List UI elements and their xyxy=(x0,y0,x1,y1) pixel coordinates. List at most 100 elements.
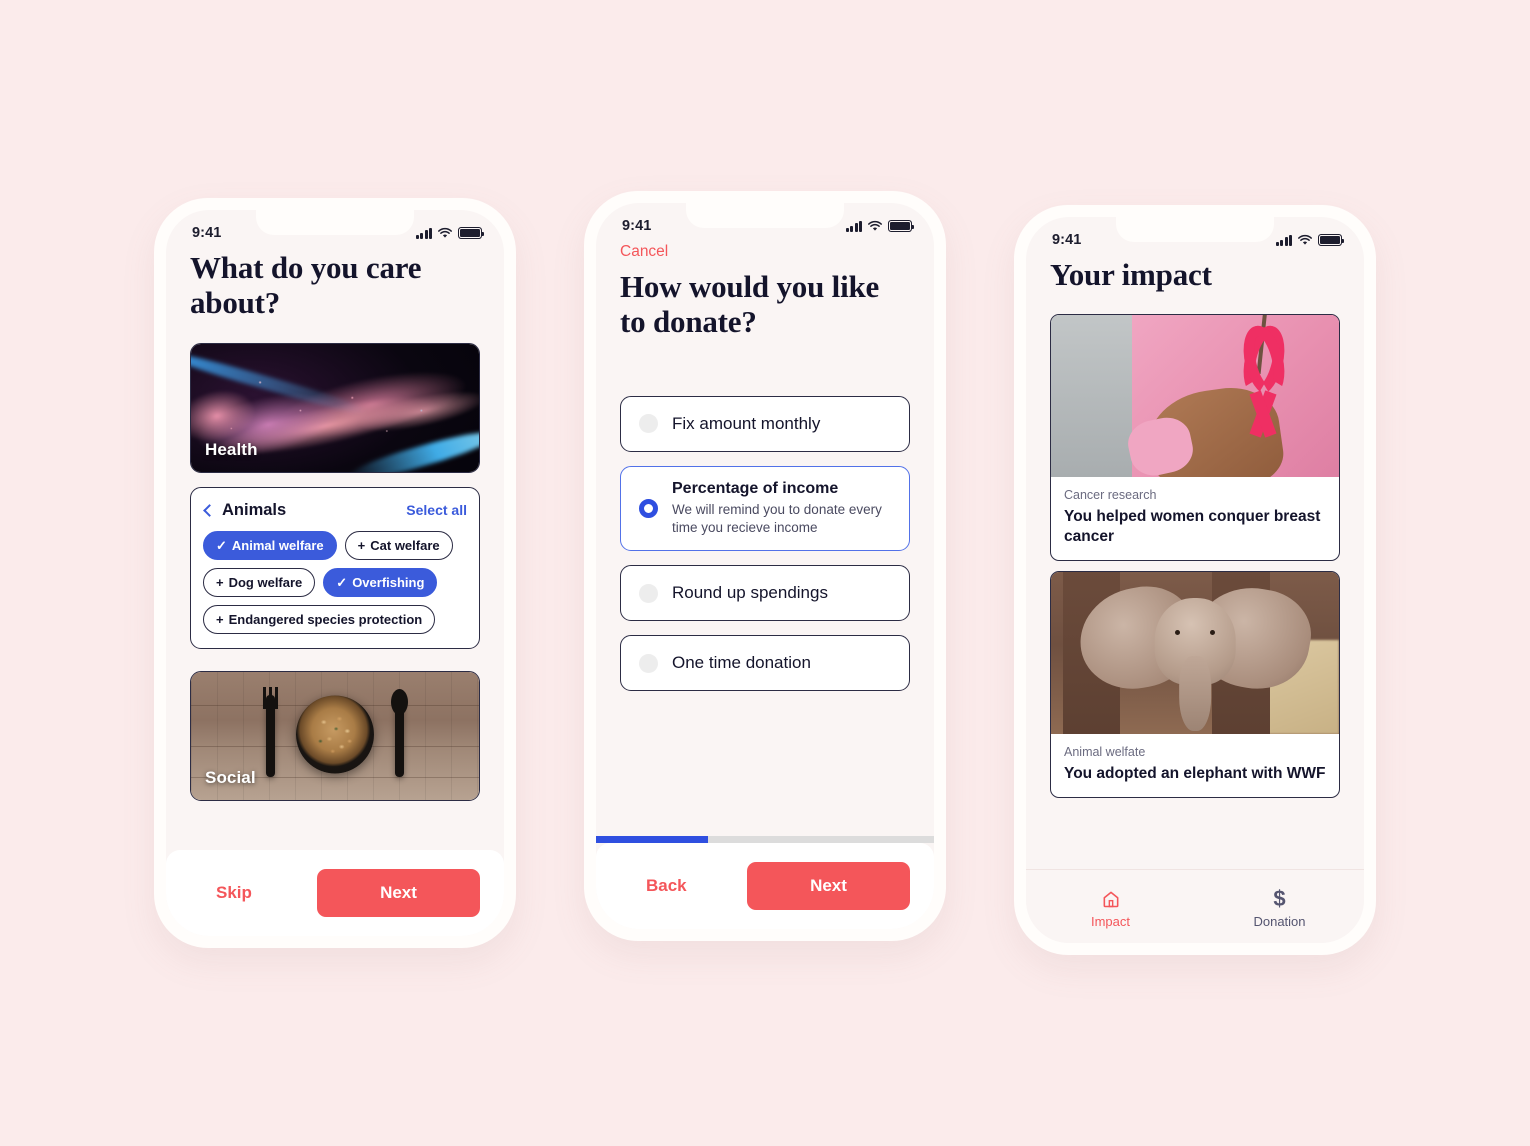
phone-2-screen: 9:41 Cancel How would you like to donate… xyxy=(596,203,934,929)
tab-label: Impact xyxy=(1090,913,1130,929)
phone-3-screen: 9:41 Your impact Cancer research You hel… xyxy=(1026,217,1364,943)
chip-mark-icon: + xyxy=(216,574,224,590)
chip-label: Endangered species protection xyxy=(228,611,423,627)
donation-option-list: Fix amount monthly Percentage of income … xyxy=(620,395,910,692)
phone-3-frame: 9:41 Your impact Cancer research You hel… xyxy=(1014,205,1376,955)
impact-card-category: Animal welfate xyxy=(1064,745,1146,760)
option-one-time-donation[interactable]: One time donation xyxy=(620,635,910,692)
select-all-button[interactable]: Select all xyxy=(406,502,467,518)
status-bar: 9:41 xyxy=(596,203,934,243)
status-time: 9:41 xyxy=(1052,232,1082,248)
chip-mark-icon: ✓ xyxy=(216,537,227,553)
page-title: What do you care about? xyxy=(190,250,422,321)
chip-mark-icon: ✓ xyxy=(336,574,348,590)
option-body: Percentage of income We will remind you … xyxy=(672,467,891,550)
wifi-icon xyxy=(1298,234,1312,245)
page-title: How would you like to donate? xyxy=(620,269,880,340)
phone-1-frame: 9:41 What do you care about? Health Anim… xyxy=(154,198,516,948)
phone-2-frame: 9:41 Cancel How would you like to donate… xyxy=(584,191,946,941)
impact-card-category: Cancer research xyxy=(1064,488,1157,503)
back-button[interactable]: Back xyxy=(620,866,713,906)
chip-label: Animal welfare xyxy=(231,537,324,553)
status-icons xyxy=(845,220,915,232)
screen2-content: Cancel How would you like to donate? Fix… xyxy=(596,243,934,692)
chip-label: Dog welfare xyxy=(228,574,303,590)
screen1-action-bar: Skip Next xyxy=(166,850,504,936)
cellular-signal-icon xyxy=(415,227,432,239)
category-card-label: Social xyxy=(205,767,256,787)
cellular-signal-icon xyxy=(1275,234,1292,246)
phone-1-screen: 9:41 What do you care about? Health Anim… xyxy=(166,210,504,936)
chip-label: Cat welfare xyxy=(370,537,440,553)
radio-icon-selected[interactable] xyxy=(639,498,658,518)
impact-card-title: You helped women conquer breast cancer xyxy=(1064,508,1321,545)
radio-icon[interactable] xyxy=(639,583,658,603)
battery-icon xyxy=(888,220,915,232)
care-about-page: What do you care about? Health Animals S… xyxy=(166,250,504,936)
tab-impact[interactable]: Impact xyxy=(1026,885,1195,929)
chip-animal-welfare[interactable]: ✓ Animal welfare xyxy=(203,530,337,560)
home-icon xyxy=(1103,891,1118,907)
wifi-icon xyxy=(868,220,882,231)
impact-card-cancer-research[interactable]: Cancer research You helped women conquer… xyxy=(1050,314,1340,562)
status-icons xyxy=(1275,234,1345,246)
radio-icon[interactable] xyxy=(639,414,658,434)
impact-card-list: Cancer research You helped women conquer… xyxy=(1050,314,1340,799)
status-bar: 9:41 xyxy=(166,210,504,250)
screen2-action-bar: Back Next xyxy=(596,836,934,929)
wifi-icon xyxy=(438,227,452,238)
screen1-content: What do you care about? Health Animals S… xyxy=(166,250,504,801)
option-label: Percentage of income xyxy=(672,479,839,497)
pink-ribbon-image xyxy=(1051,315,1339,478)
option-label: One time donation xyxy=(672,653,811,673)
skip-button[interactable]: Skip xyxy=(190,873,278,913)
chip-mark-icon: + xyxy=(357,537,366,553)
chip-cat-welfare[interactable]: + Cat welfare xyxy=(344,530,453,560)
option-description: We will remind you to donate every time … xyxy=(672,501,882,535)
category-card-label: Health xyxy=(205,439,258,459)
option-label: Round up spendings xyxy=(672,583,828,603)
chip-dog-welfare[interactable]: + Dog welfare xyxy=(203,567,316,597)
status-bar: 9:41 xyxy=(1026,217,1364,257)
donate-method-page: Cancel How would you like to donate? Fix… xyxy=(596,243,934,929)
chip-list: ✓ Animal welfare + Cat welfare + Dog wel… xyxy=(203,530,467,634)
screen3-content: Your impact Cancer research You helped w… xyxy=(1026,257,1364,799)
next-button[interactable]: Next xyxy=(317,869,480,917)
chip-label: Overfishing xyxy=(352,574,425,590)
option-fix-amount-monthly[interactable]: Fix amount monthly xyxy=(620,395,910,452)
status-icons xyxy=(415,227,485,239)
your-impact-page: Your impact Cancer research You helped w… xyxy=(1026,257,1364,943)
baby-elephant-image xyxy=(1051,572,1339,735)
option-label: Fix amount monthly xyxy=(672,413,821,433)
category-card-health[interactable]: Health xyxy=(190,342,480,473)
chip-endangered-species-protection[interactable]: + Endangered species protection xyxy=(203,604,436,634)
tab-label: Donation xyxy=(1253,913,1306,929)
battery-icon xyxy=(458,227,485,239)
panel-header: Animals Select all xyxy=(203,501,467,520)
phone-mockup-stage: 9:41 What do you care about? Health Anim… xyxy=(0,0,1530,1146)
status-time: 9:41 xyxy=(622,218,652,234)
cancel-button[interactable]: Cancel xyxy=(620,243,668,261)
animals-subcategory-panel: Animals Select all ✓ Animal welfare + Ca… xyxy=(190,486,480,649)
tab-donation[interactable]: $ Donation xyxy=(1195,885,1364,929)
impact-card-body: Animal welfate You adopted an elephant w… xyxy=(1051,734,1339,797)
next-button[interactable]: Next xyxy=(747,862,910,910)
dollar-icon: $ xyxy=(1273,885,1286,911)
option-round-up-spendings[interactable]: Round up spendings xyxy=(620,565,910,622)
category-card-social[interactable]: Social xyxy=(190,670,480,801)
progress-bar-fill xyxy=(596,836,708,843)
chip-mark-icon: + xyxy=(216,611,224,627)
option-percentage-of-income[interactable]: Percentage of income We will remind you … xyxy=(620,465,910,552)
page-title: Your impact xyxy=(1050,257,1212,292)
cellular-signal-icon xyxy=(845,220,862,232)
chip-overfishing[interactable]: ✓ Overfishing xyxy=(323,567,438,597)
panel-title: Animals xyxy=(222,500,287,519)
battery-icon xyxy=(1318,234,1345,246)
progress-bar xyxy=(596,836,934,843)
bottom-tab-bar: Impact $ Donation xyxy=(1026,869,1364,943)
radio-icon[interactable] xyxy=(639,653,658,673)
impact-card-title: You adopted an elephant with WWF xyxy=(1064,765,1326,783)
impact-card-animal-welfare[interactable]: Animal welfate You adopted an elephant w… xyxy=(1050,571,1340,799)
chevron-left-icon[interactable] xyxy=(203,503,216,517)
impact-card-body: Cancer research You helped women conquer… xyxy=(1051,477,1339,560)
